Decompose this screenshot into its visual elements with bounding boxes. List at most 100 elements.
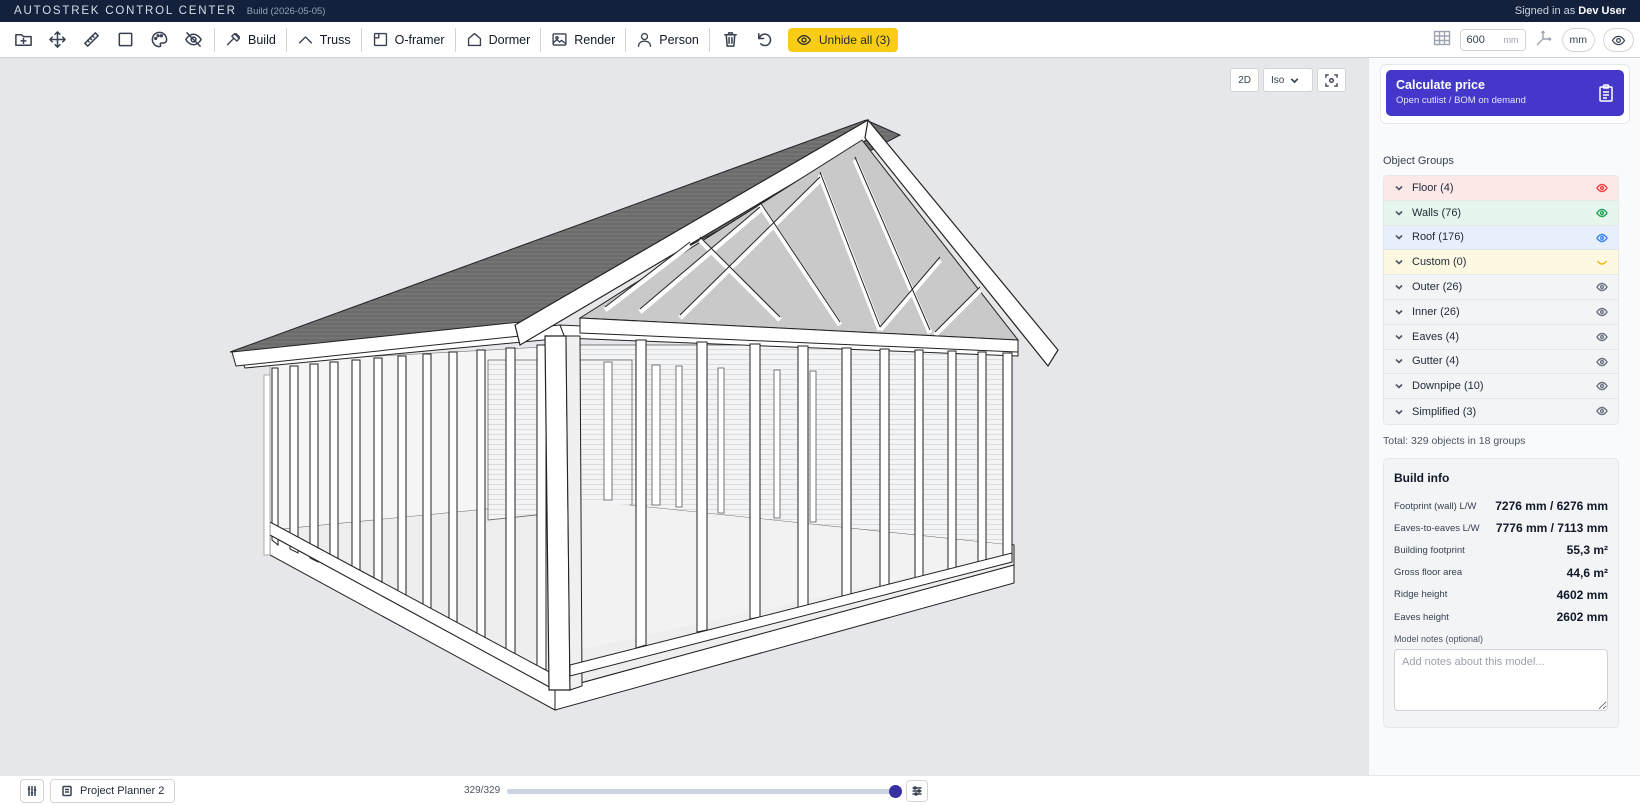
eye-off-icon[interactable]	[178, 25, 208, 55]
chevron-down-icon[interactable]	[1394, 356, 1404, 366]
eye-icon	[796, 34, 812, 45]
move-icon[interactable]	[42, 25, 72, 55]
calculate-price-button[interactable]: Calculate price Open cutlist / BOM on de…	[1386, 70, 1624, 116]
eye-icon[interactable]	[1596, 233, 1608, 243]
chevron-down-icon[interactable]	[1394, 282, 1404, 292]
chevron-down-icon	[1291, 77, 1299, 83]
square-select-icon[interactable]	[110, 25, 140, 55]
sliders-icon	[27, 786, 37, 796]
object-group-row[interactable]: Outer (26)	[1384, 275, 1618, 300]
build-info-value: 55,3 m²	[1566, 543, 1608, 558]
toolbar-divider	[454, 27, 456, 52]
title-bar: AUTOSTREK CONTROL CENTER Build (2026-05-…	[0, 0, 1640, 22]
toolbar-right-group: 600 mm mm	[1432, 22, 1640, 58]
toolbar-divider	[708, 27, 710, 52]
truss-button[interactable]: Truss	[291, 25, 357, 55]
palette-icon[interactable]	[144, 25, 174, 55]
eye-closed-icon[interactable]	[1596, 257, 1608, 267]
object-group-row[interactable]: Inner (26)	[1384, 299, 1618, 325]
object-group-label: Eaves (4)	[1412, 330, 1460, 343]
object-group-row[interactable]: Gutter (4)	[1384, 349, 1618, 375]
building-frame-model[interactable]	[0, 58, 1368, 775]
build-info-card: Build info Footprint (wall) L/W 7276 mm /…	[1383, 458, 1619, 728]
dormer-label: Dormer	[488, 32, 531, 47]
slider-fill	[507, 789, 895, 794]
view-2d-button[interactable]: 2D	[1230, 68, 1259, 92]
object-group-label: Roof (176)	[1412, 231, 1464, 244]
settings-button[interactable]	[20, 779, 44, 803]
build-info-key: Footprint (wall) L/W	[1394, 500, 1477, 512]
build-info-value: 2602 mm	[1556, 610, 1608, 625]
filter-button[interactable]	[906, 780, 928, 802]
unhide-all-button[interactable]: Unhide all (3)	[787, 27, 899, 52]
slider-thumb[interactable]	[889, 785, 902, 798]
toolbar-divider	[214, 27, 215, 52]
project-name: Project Planner 2	[80, 785, 165, 797]
person-button[interactable]: Person	[630, 25, 705, 55]
grid-icon[interactable]	[1432, 28, 1452, 53]
eye-icon[interactable]	[1596, 208, 1608, 218]
object-group-row[interactable]: Walls (76)	[1384, 200, 1618, 226]
object-group-row[interactable]: Eaves (4)	[1384, 324, 1618, 350]
eye-icon[interactable]	[1596, 381, 1608, 391]
eye-icon[interactable]	[1596, 183, 1608, 193]
object-group-row[interactable]: Downpipe (10)	[1384, 374, 1618, 400]
object-group-row[interactable]: Custom (0)	[1384, 250, 1618, 276]
axis-icon[interactable]	[1534, 28, 1554, 53]
calculate-subtitle: Open cutlist / BOM on demand	[1396, 95, 1526, 106]
chevron-down-icon[interactable]	[1394, 232, 1404, 242]
bottom-bar: Project Planner 2 329/329	[0, 775, 1640, 805]
units-toggle[interactable]: mm	[1561, 28, 1595, 52]
model-notes-input[interactable]	[1394, 649, 1608, 712]
object-group-row[interactable]: Simplified (3)	[1384, 399, 1618, 424]
object-group-row[interactable]: Floor (4)	[1384, 176, 1618, 201]
view-mode-select[interactable]: Iso	[1263, 68, 1313, 92]
build-info-title: Build info	[1394, 471, 1450, 485]
new-folder-icon[interactable]	[8, 25, 38, 55]
house-icon	[467, 32, 481, 47]
image-icon	[552, 33, 567, 46]
eye-icon[interactable]	[1596, 357, 1608, 367]
chevron-down-icon[interactable]	[1394, 307, 1404, 317]
chevron-down-icon[interactable]	[1394, 183, 1404, 193]
frame-icon	[373, 32, 387, 47]
3d-viewport[interactable]: 2D Iso	[0, 58, 1368, 775]
object-group-label: Custom (0)	[1412, 256, 1467, 269]
eye-icon[interactable]	[1596, 406, 1608, 416]
object-groups-list: Floor (4) Walls (76) Roof (176) Custom (0) O…	[1383, 175, 1619, 425]
user-name[interactable]: Dev User	[1578, 5, 1626, 17]
main-toolbar: Build Truss O-framer Dormer Render Perso…	[0, 22, 1640, 58]
toolbar-divider	[625, 27, 627, 52]
build-info-key: Building footprint	[1394, 544, 1465, 556]
eye-icon	[1611, 35, 1626, 45]
undo-icon[interactable]	[750, 25, 780, 55]
chevron-down-icon[interactable]	[1394, 381, 1404, 391]
person-label: Person	[659, 32, 699, 47]
oframer-button[interactable]: O-framer	[366, 25, 451, 55]
build-progress-slider[interactable]	[507, 785, 902, 798]
hammer-icon	[226, 32, 241, 46]
calculate-title: Calculate price	[1396, 78, 1485, 92]
ruler-icon[interactable]	[76, 25, 106, 55]
build-info-value: 4602 mm	[1556, 587, 1608, 602]
object-group-row[interactable]: Roof (176)	[1384, 225, 1618, 251]
chevron-down-icon[interactable]	[1394, 257, 1404, 267]
filter-icon	[912, 786, 922, 796]
visibility-toggle[interactable]	[1603, 28, 1634, 52]
eye-icon[interactable]	[1596, 282, 1608, 292]
dormer-button[interactable]: Dormer	[460, 25, 537, 55]
chevron-down-icon[interactable]	[1394, 332, 1404, 342]
render-button[interactable]: Render	[545, 25, 621, 55]
build-button[interactable]: Build	[219, 25, 282, 55]
focus-view-button[interactable]	[1317, 68, 1346, 92]
project-selector[interactable]: Project Planner 2	[50, 779, 176, 803]
trash-icon[interactable]	[716, 25, 746, 55]
chevron-down-icon[interactable]	[1394, 407, 1404, 417]
grid-size-input[interactable]: 600 mm	[1459, 29, 1526, 51]
calculate-card: Calculate price Open cutlist / BOM on de…	[1380, 64, 1630, 124]
chevron-down-icon[interactable]	[1394, 208, 1404, 218]
build-info-row: Eaves-to-eaves L/W 7776 mm / 7113 mm	[1394, 517, 1608, 539]
eye-icon[interactable]	[1596, 332, 1608, 342]
objects-total: Total: 329 objects in 18 groups	[1383, 435, 1526, 447]
eye-icon[interactable]	[1596, 307, 1608, 317]
